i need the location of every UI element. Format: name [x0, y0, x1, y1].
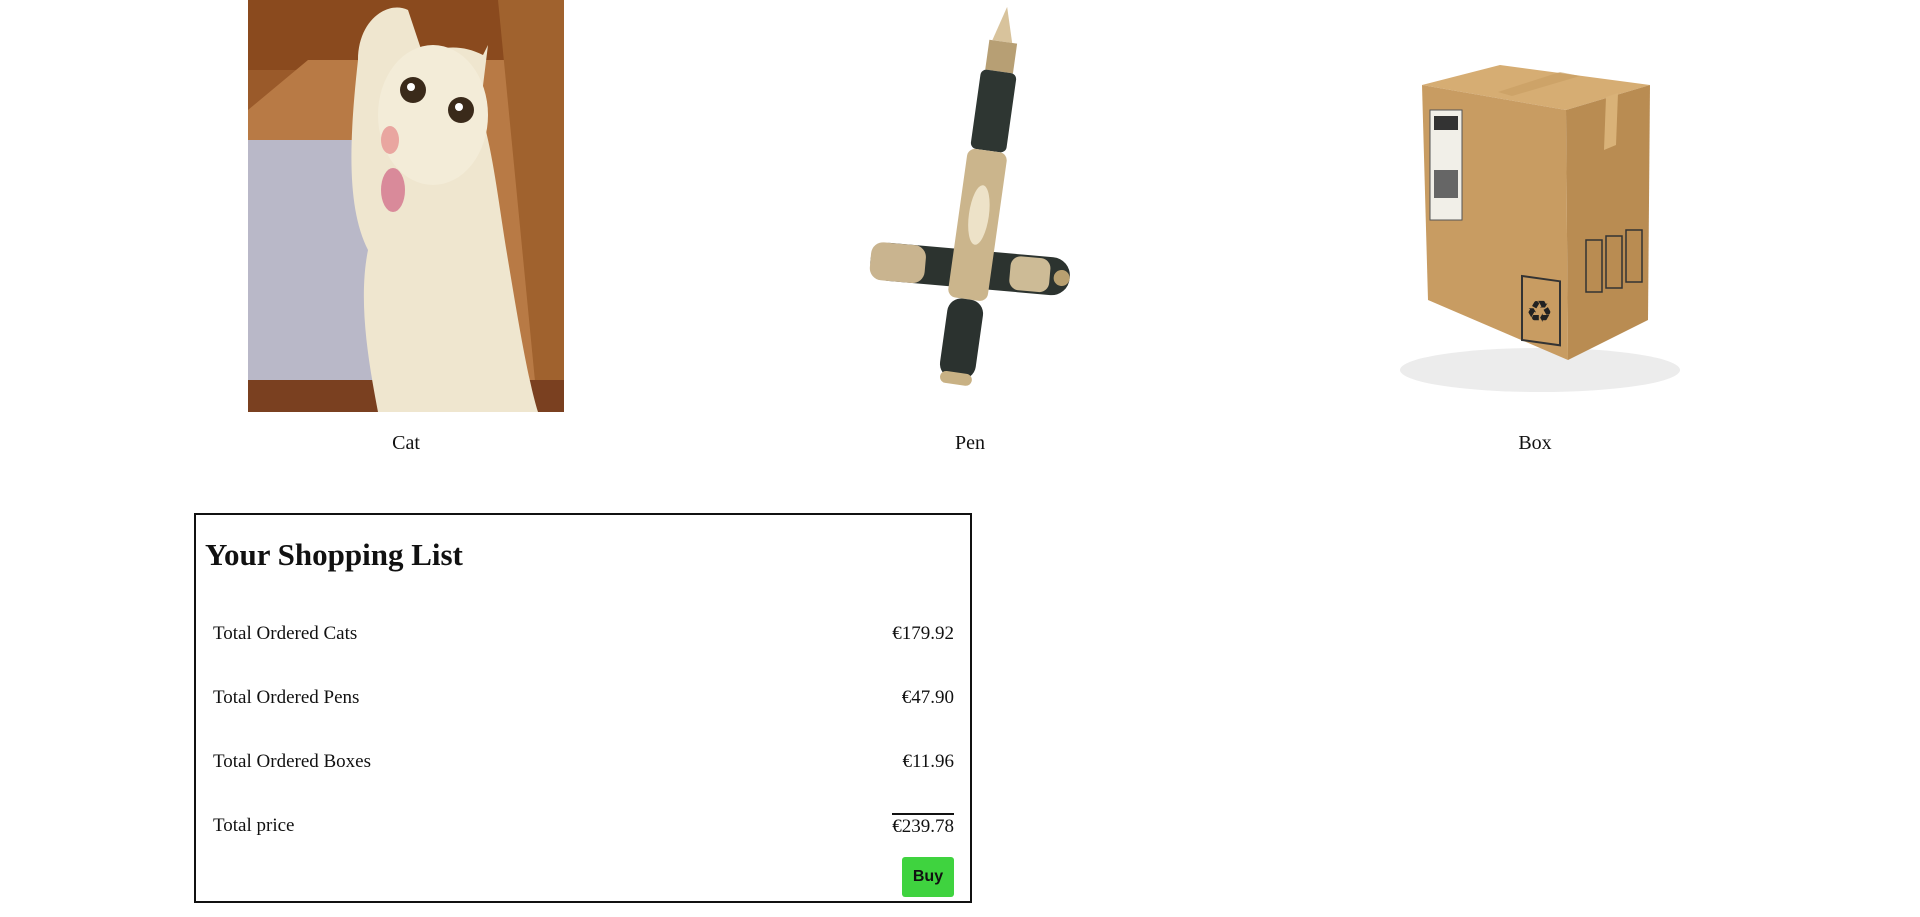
cart-total-row: Total price €239.78 [213, 813, 954, 841]
pen-image[interactable] [830, 0, 1110, 412]
cart-row-name: Total Ordered Boxes [213, 751, 372, 772]
cart-row-pens: Total Ordered Pens €47.90 [213, 687, 954, 713]
product-label-cat: Cat [392, 432, 420, 454]
product-label-pen: Pen [955, 432, 985, 454]
cat-image[interactable] [248, 0, 564, 412]
box-image[interactable]: ♻ [1380, 0, 1690, 412]
product-box: ♻ Box [1380, 0, 1690, 470]
shopping-list-title: Your Shopping List [205, 537, 463, 572]
buy-button[interactable]: Buy [902, 857, 954, 897]
cart-row-price: €47.90 [901, 687, 954, 708]
cart-row-name: Total Ordered Cats [213, 623, 358, 644]
cart-row-boxes: Total Ordered Boxes €11.96 [213, 751, 954, 777]
cart-row-cats: Total Ordered Cats €179.92 [213, 623, 954, 649]
cart-total-label: Total price [213, 815, 295, 836]
cart-total-price: €239.78 [892, 813, 954, 838]
shopping-list-panel: Your Shopping List Total Ordered Cats €1… [194, 513, 972, 903]
cart-row-price: €11.96 [902, 751, 954, 772]
product-pen: Pen [800, 0, 1140, 470]
svg-text:♻: ♻ [1526, 295, 1553, 330]
product-label-box: Box [1518, 432, 1552, 454]
cart-row-name: Total Ordered Pens [213, 687, 360, 708]
cart-row-price: €179.92 [892, 623, 954, 644]
product-cat: Cat [248, 0, 564, 470]
